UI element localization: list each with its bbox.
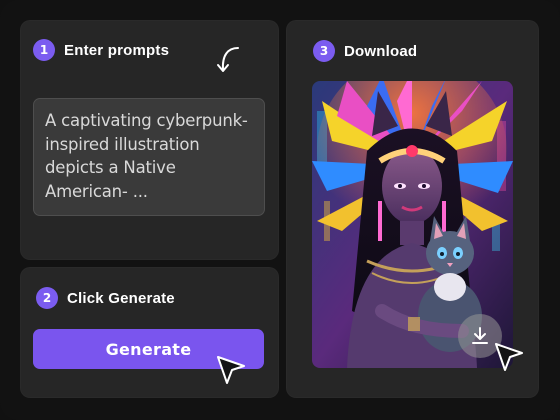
- cursor-pointer-icon: [495, 343, 523, 371]
- prompt-input[interactable]: A captivating cyberpunk-inspired illustr…: [33, 98, 265, 216]
- generate-card: 2 Click Generate Generate: [20, 267, 279, 398]
- step-3-badge: 3: [313, 40, 335, 62]
- cursor-pointer-icon: [217, 356, 245, 384]
- download-card: 3 Download: [286, 20, 539, 398]
- curved-arrow-icon: [217, 47, 239, 72]
- step-2-header: 2 Click Generate: [36, 287, 175, 309]
- step-3-title: Download: [344, 42, 418, 60]
- step-1-badge: 1: [33, 39, 55, 61]
- step-2-badge: 2: [36, 287, 58, 309]
- step-1-header: 1 Enter prompts: [33, 39, 169, 61]
- step-2-title: Click Generate: [67, 289, 175, 307]
- prompt-card: 1 Enter prompts A captivating cyberpunk-…: [20, 20, 279, 260]
- app-frame: 1 Enter prompts A captivating cyberpunk-…: [0, 0, 560, 420]
- step-1-title: Enter prompts: [64, 41, 170, 59]
- step-3-header: 3 Download: [313, 40, 417, 62]
- download-icon: [472, 327, 488, 344]
- generated-image[interactable]: [312, 81, 513, 368]
